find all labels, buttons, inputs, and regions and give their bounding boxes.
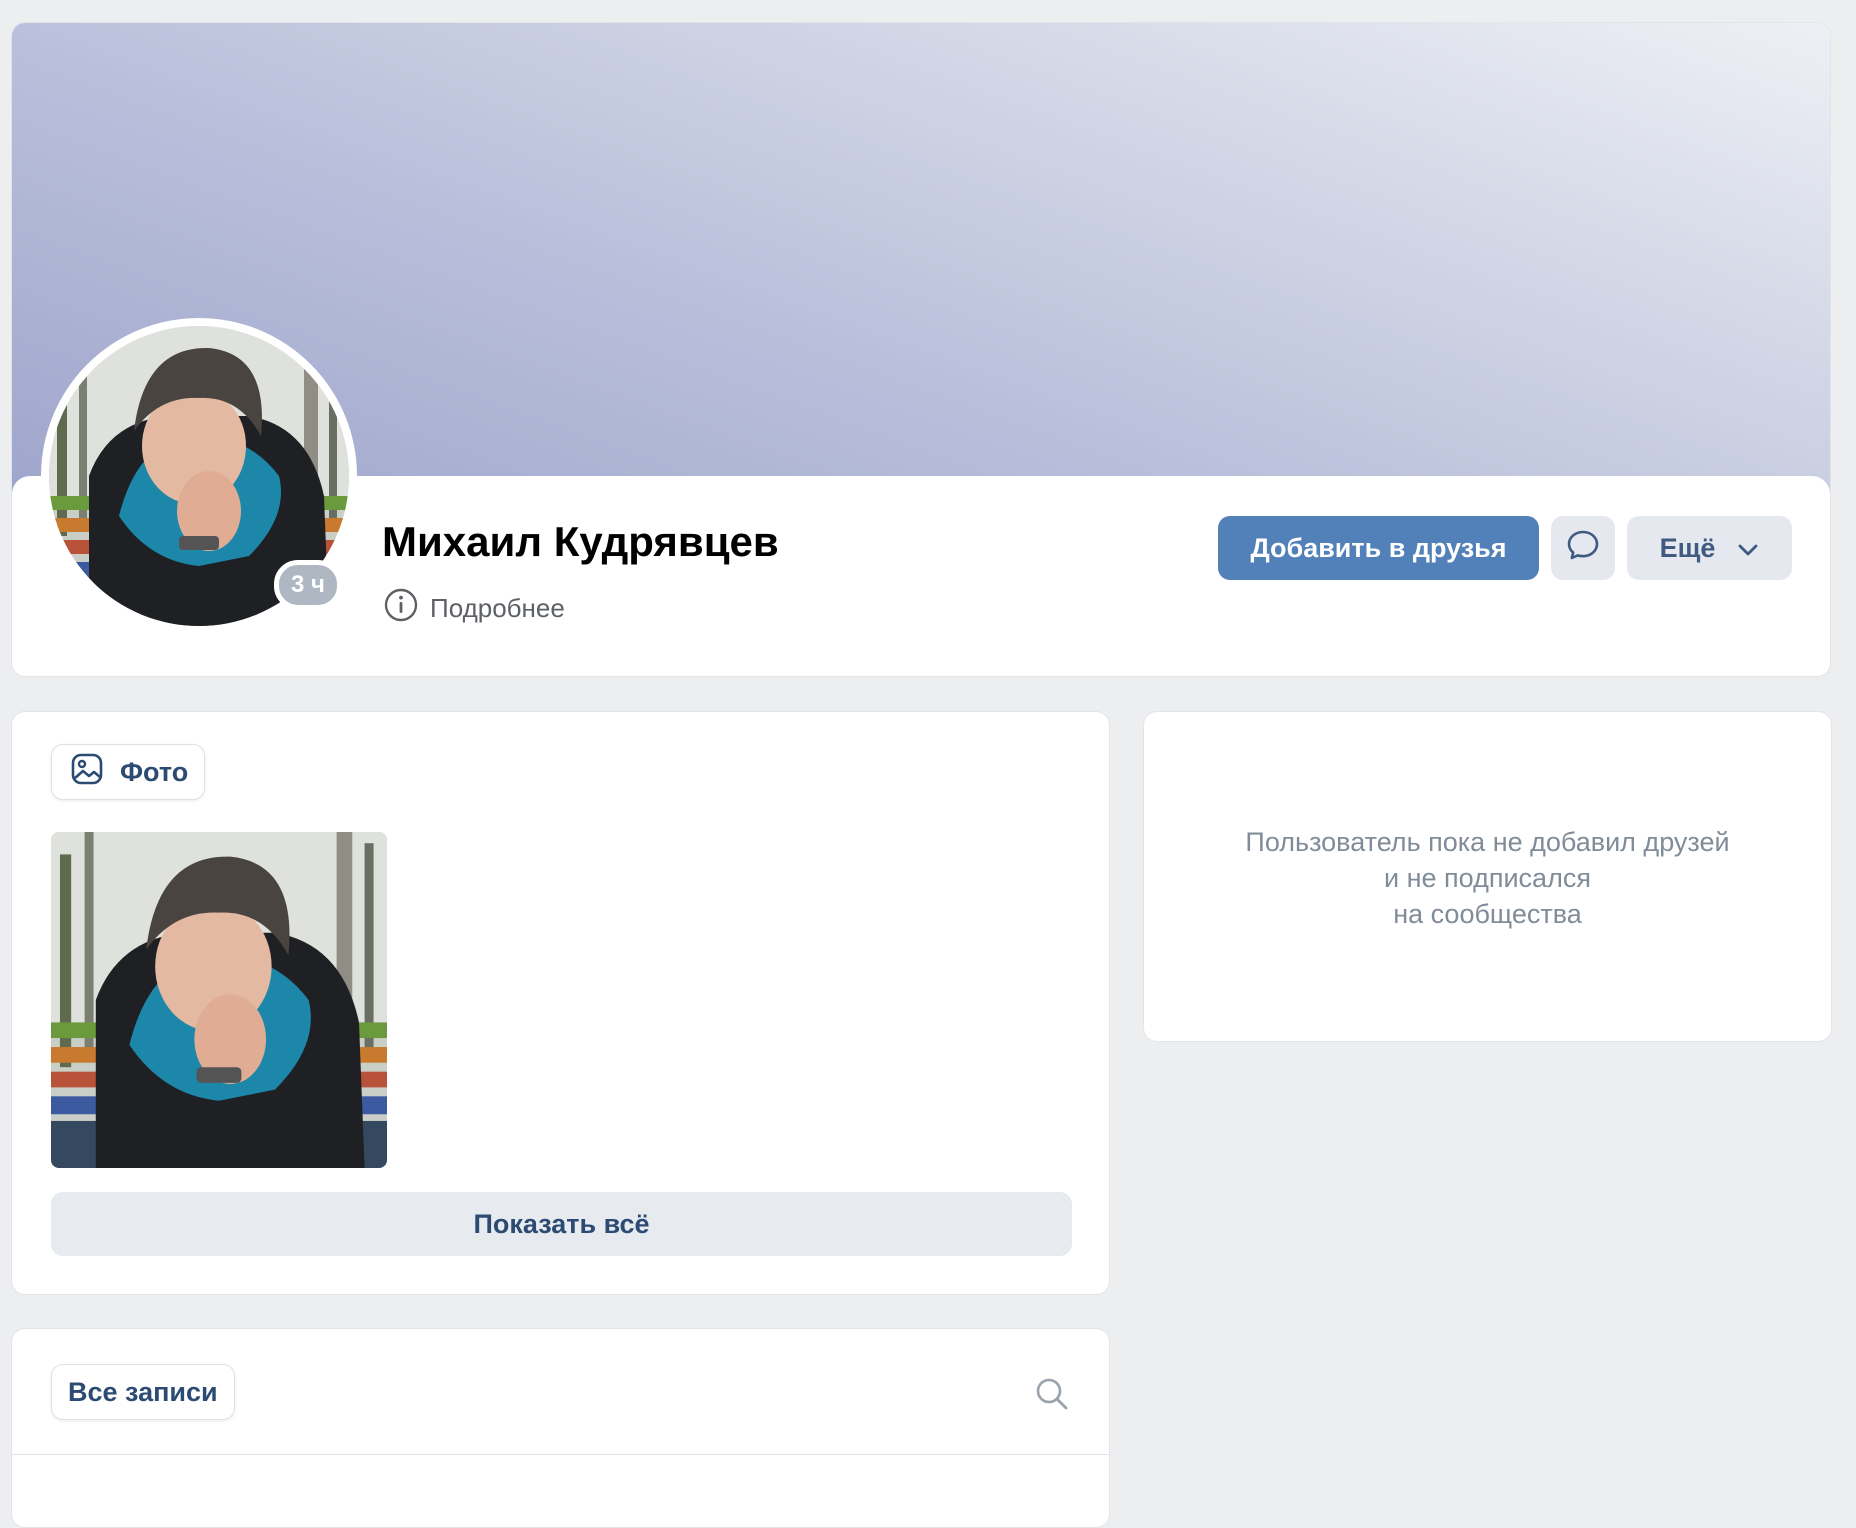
message-button[interactable]: [1551, 516, 1615, 580]
message-bubble-icon: [1565, 527, 1601, 570]
more-label: Ещё: [1659, 532, 1716, 563]
friends-empty-line: Пользователь пока не добавил друзей: [1245, 827, 1730, 857]
search-icon[interactable]: [1035, 1377, 1069, 1416]
friends-empty-line: на сообщества: [1393, 899, 1582, 929]
info-circle-icon: [384, 588, 418, 629]
photos-card: Фото Показать всё: [11, 711, 1110, 1295]
image-icon: [70, 752, 104, 793]
friends-card: Пользователь пока не добавил друзей и не…: [1143, 711, 1832, 1042]
photo-thumbnail[interactable]: [51, 832, 387, 1168]
last-seen-badge: 3 ч: [274, 560, 342, 610]
posts-card: Все записи: [11, 1328, 1110, 1528]
show-all-button[interactable]: Показать всё: [51, 1192, 1072, 1256]
friends-empty-line: и не подписался: [1384, 863, 1591, 893]
chevron-down-icon: [1737, 533, 1759, 564]
tab-photos[interactable]: Фото: [51, 744, 205, 800]
profile-name: Михаил Кудрявцев: [382, 518, 779, 565]
add-friend-button[interactable]: Добавить в друзья: [1218, 516, 1539, 580]
tab-photos-label: Фото: [120, 756, 189, 787]
tab-all-posts[interactable]: Все записи: [51, 1364, 235, 1420]
details-label: Подробнее: [430, 593, 565, 623]
divider: [12, 1454, 1109, 1455]
friends-empty-message: Пользователь пока не добавил друзей и не…: [1144, 824, 1831, 932]
details-link[interactable]: Подробнее: [384, 588, 565, 629]
more-button[interactable]: Ещё: [1627, 516, 1792, 580]
